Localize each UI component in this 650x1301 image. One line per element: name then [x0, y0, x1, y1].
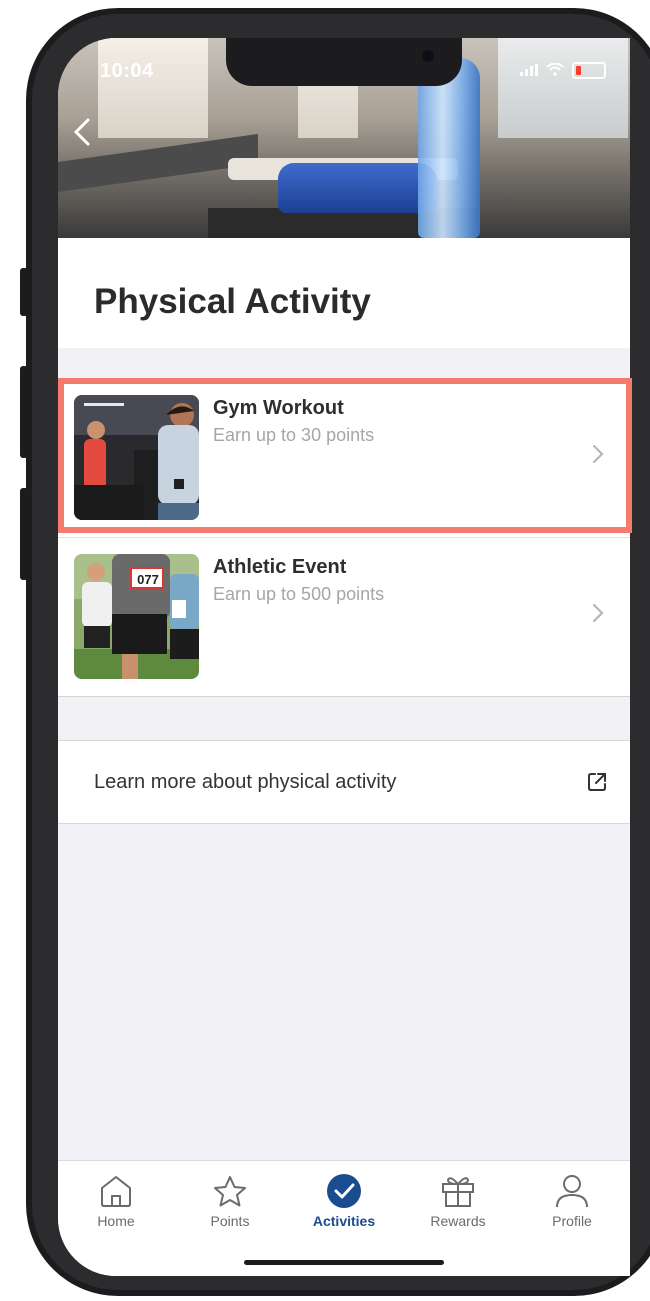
front-camera: [422, 50, 434, 62]
highlight-box: [58, 378, 632, 533]
activity-subtitle: Earn up to 500 points: [213, 584, 385, 604]
learn-more-link[interactable]: Learn more about physical activity: [58, 740, 630, 824]
status-icons: [520, 62, 606, 79]
status-time: 10:04: [100, 60, 154, 82]
tab-home[interactable]: Home: [66, 1171, 166, 1229]
camera-notch: [226, 38, 462, 86]
star-icon: [180, 1171, 280, 1211]
chevron-right-icon: [592, 602, 604, 630]
activity-title: Athletic Event: [213, 556, 347, 578]
athletic-event-thumbnail: 077: [74, 554, 199, 679]
wifi-icon: [546, 62, 564, 79]
signal-icon: [520, 63, 538, 79]
activity-row-athletic-event[interactable]: 077 Athletic Event Earn up to 500 points: [58, 537, 630, 696]
person-icon: [522, 1171, 622, 1211]
learn-more-label: Learn more about physical activity: [94, 771, 397, 793]
tab-label: Points: [210, 1213, 250, 1229]
battery-icon: [572, 62, 606, 79]
tab-bar: Home Points Activities Rewards Profile: [58, 1160, 630, 1276]
external-link-icon: [586, 771, 608, 793]
tab-label: Rewards: [430, 1213, 486, 1229]
chevron-left-icon: [73, 118, 90, 146]
home-indicator[interactable]: [244, 1260, 444, 1265]
bib-number: 077: [137, 572, 159, 587]
back-button[interactable]: [70, 116, 106, 152]
volume-down-button: [20, 488, 28, 580]
tab-label: Activities: [312, 1213, 376, 1229]
tab-activities[interactable]: Activities: [294, 1171, 394, 1229]
tab-profile[interactable]: Profile: [522, 1171, 622, 1229]
check-circle-icon: [294, 1171, 394, 1211]
screen: 10:04 Physical Activity Gym Workout Earn…: [58, 38, 630, 1276]
home-icon: [66, 1171, 166, 1211]
gift-icon: [408, 1171, 508, 1211]
tab-label: Home: [97, 1213, 135, 1229]
tab-label: Profile: [552, 1213, 592, 1229]
mute-switch: [20, 268, 28, 316]
volume-up-button: [20, 366, 28, 458]
title-section: Physical Activity: [58, 238, 630, 348]
tab-rewards[interactable]: Rewards: [408, 1171, 508, 1229]
tab-points[interactable]: Points: [180, 1171, 280, 1229]
page-title: Physical Activity: [94, 282, 371, 321]
